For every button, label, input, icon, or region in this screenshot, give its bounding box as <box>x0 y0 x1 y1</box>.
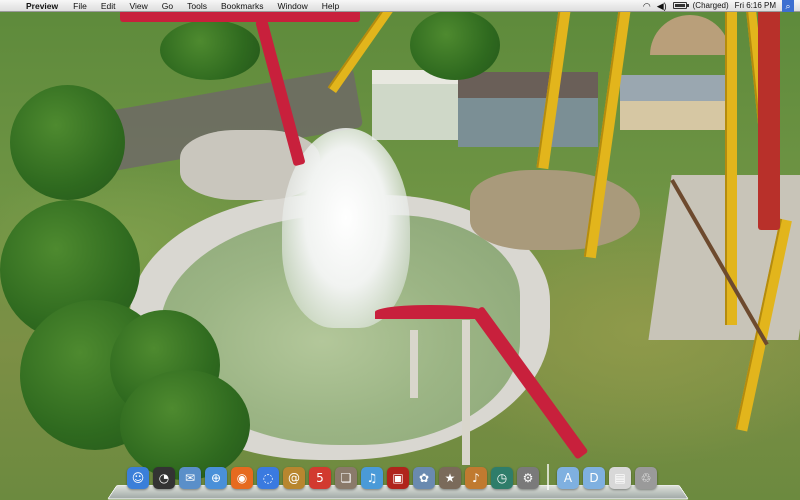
dock-item-imovie[interactable]: ★ <box>438 464 462 492</box>
dock-item-finder[interactable]: ☺ <box>126 464 150 492</box>
itunes-icon: ♫ <box>361 467 383 489</box>
menu-view[interactable]: View <box>123 0 155 12</box>
dock-item-dashboard[interactable]: ◔ <box>152 464 176 492</box>
wallpaper-building <box>458 72 598 147</box>
menu-bookmarks[interactable]: Bookmarks <box>214 0 271 12</box>
wallpaper-building <box>372 70 462 140</box>
menu-app-name[interactable]: Preview <box>22 0 66 12</box>
wallpaper-tree <box>10 85 125 200</box>
menu-go[interactable]: Go <box>155 0 180 12</box>
menu-help[interactable]: Help <box>315 0 346 12</box>
wallpaper-building <box>650 15 730 55</box>
dock-item-ical[interactable]: 5 <box>308 464 332 492</box>
preview-icon: ❏ <box>335 467 357 489</box>
battery-level-fill <box>674 4 685 7</box>
dock-item-safari[interactable]: ⊕ <box>204 464 228 492</box>
menu-bar: Preview File Edit View Go Tools Bookmark… <box>0 0 800 12</box>
gear-icon: ⚙ <box>517 467 539 489</box>
wallpaper-coaster-train <box>758 0 780 230</box>
ichat-icon: ◌ <box>257 467 279 489</box>
wallpaper-tree <box>160 20 260 80</box>
dock-item-preview[interactable]: ❏ <box>334 464 358 492</box>
firefox-icon: ◉ <box>231 467 253 489</box>
dock-item-garageband[interactable]: ♪ <box>464 464 488 492</box>
menu-edit[interactable]: Edit <box>94 0 123 12</box>
battery-icon[interactable] <box>672 2 689 9</box>
mail-icon: ✉ <box>179 467 201 489</box>
dock: ☺ ◔ ✉ ⊕ ◉ ◌ @5 ❏ ♫ ▣ ✿ ★ ♪ ◷ ⚙ A D ▤ ♲ <box>107 462 689 500</box>
menu-tools[interactable]: Tools <box>180 0 214 12</box>
folder-icon: D <box>583 467 605 489</box>
dock-item-applications-folder[interactable]: A <box>556 464 580 492</box>
folder-icon: A <box>557 467 579 489</box>
finder-icon: ☺ <box>127 467 149 489</box>
dashboard-icon: ◔ <box>153 467 175 489</box>
volume-icon[interactable]: ◀) <box>657 0 667 12</box>
dock-item-address-book[interactable]: @ <box>282 464 306 492</box>
imovie-icon: ★ <box>439 467 461 489</box>
document-icon: ▤ <box>609 467 631 489</box>
wifi-icon[interactable]: ◠ <box>643 0 651 12</box>
wallpaper-coaster-support <box>462 320 470 465</box>
dock-item-firefox[interactable]: ◉ <box>230 464 254 492</box>
menu-window[interactable]: Window <box>270 0 314 12</box>
wallpaper-coaster-support <box>410 330 418 398</box>
wallpaper-building <box>620 75 725 130</box>
menu-file[interactable]: File <box>66 0 94 12</box>
spotlight-icon[interactable]: ⌕ <box>782 0 794 12</box>
safari-icon: ⊕ <box>205 467 227 489</box>
dock-item-mail[interactable]: ✉ <box>178 464 202 492</box>
dock-item-photo-booth[interactable]: ▣ <box>386 464 410 492</box>
dock-item-system-preferences[interactable]: ⚙ <box>516 464 540 492</box>
dock-item-trash[interactable]: ♲ <box>634 464 658 492</box>
address-book-icon: @ <box>283 467 305 489</box>
battery-status[interactable]: (Charged) <box>693 1 729 10</box>
dock-item-itunes[interactable]: ♫ <box>360 464 384 492</box>
desktop-wallpaper <box>0 0 800 500</box>
dock-separator <box>547 464 549 490</box>
dock-item-ichat[interactable]: ◌ <box>256 464 280 492</box>
dock-icons: ☺ ◔ ✉ ⊕ ◉ ◌ @5 ❏ ♫ ▣ ✿ ★ ♪ ◷ ⚙ A D ▤ ♲ <box>126 464 658 492</box>
dock-item-time-machine[interactable]: ◷ <box>490 464 514 492</box>
garageband-icon: ♪ <box>465 467 487 489</box>
photo-booth-icon: ▣ <box>387 467 409 489</box>
dock-item-documents-folder[interactable]: D <box>582 464 606 492</box>
time-machine-icon: ◷ <box>491 467 513 489</box>
dock-item-iphoto[interactable]: ✿ <box>412 464 436 492</box>
ical-icon: 5 <box>309 467 331 489</box>
wallpaper-coaster-track <box>375 305 485 319</box>
menu-clock[interactable]: Fri 6:16 PM <box>735 1 776 10</box>
iphoto-icon: ✿ <box>413 467 435 489</box>
wallpaper-tree <box>410 10 500 80</box>
dock-item-downloads-stack[interactable]: ▤ <box>608 464 632 492</box>
wallpaper-rocks <box>470 170 640 250</box>
status-area: ◠ ◀) (Charged) Fri 6:16 PM ⌕ <box>643 0 800 12</box>
trash-icon: ♲ <box>635 467 657 489</box>
